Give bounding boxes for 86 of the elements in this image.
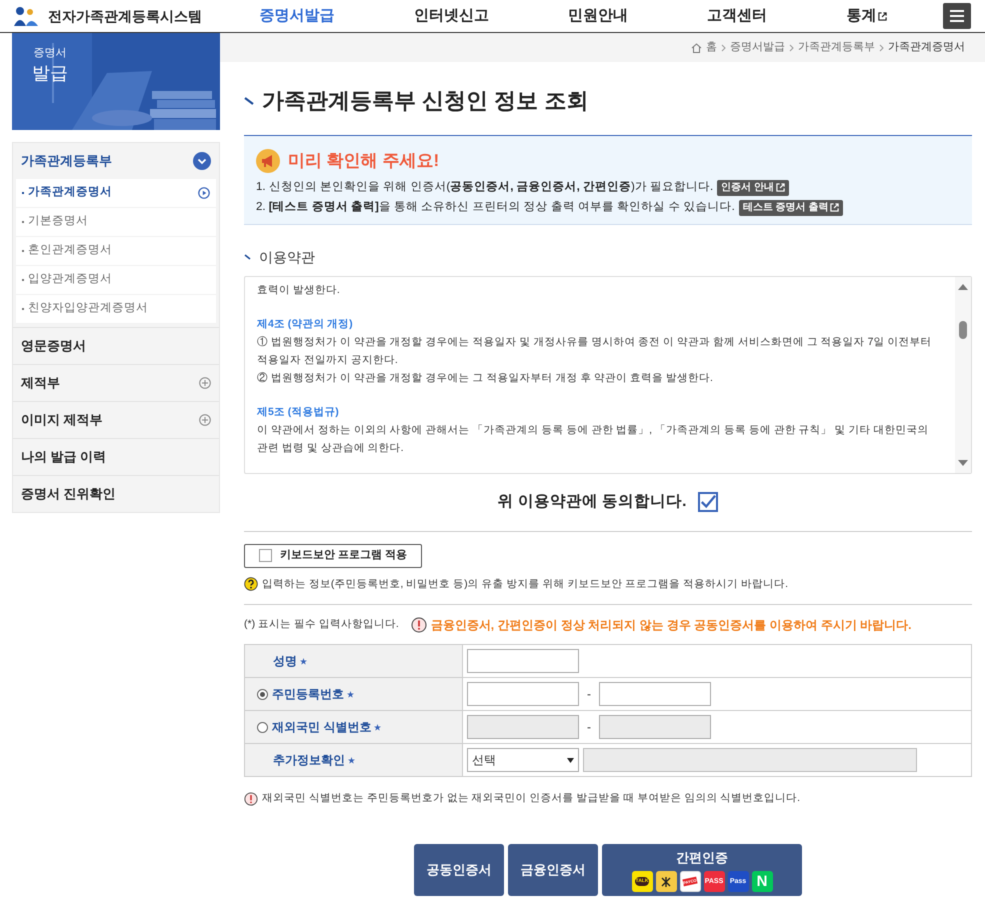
required-star-icon <box>348 756 355 764</box>
play-circle-icon <box>198 187 210 199</box>
required-star-icon <box>374 724 382 731</box>
input-field[interactable] <box>467 649 579 674</box>
terms-paragraph: 이 약관에서 정하는 이외의 사항에 관해서는 「가족관계의 등록 등에 관한 법률」, 「가족관계의 등록 등에 관한 규칙」 및 기타 대한민국의 관련 법령 및 상관습에 의한다. <box>257 422 930 456</box>
menu-button[interactable] <box>943 3 971 29</box>
required-star-icon <box>300 658 307 665</box>
notice-text: 1. 신청인의 본인확인을 위해 인증서(공동인증서, 금융인증서, 간편인증)가 필요합니다. <box>256 180 714 195</box>
scroll-up-icon[interactable] <box>958 282 968 290</box>
input-field[interactable] <box>599 682 711 706</box>
breadcrumb-link[interactable]: 증명서발급 <box>730 39 785 56</box>
question-icon <box>244 577 258 592</box>
external-link-icon <box>878 12 888 20</box>
field-label: 성명 <box>273 653 297 670</box>
site-title: 전자가족관계등록시스템 <box>48 6 202 26</box>
chevron-right-icon <box>721 44 726 52</box>
warning-icon <box>410 617 427 634</box>
separator-text: - <box>586 686 592 704</box>
external-link-icon <box>830 203 840 212</box>
keyboard-security-hint: 입력하는 정보(주민등록번호, 비밀번호 등)의 유출 방지를 위해 키보드보안 프로그램을 적용하시기 바랍니다. <box>262 576 788 592</box>
keyboard-security-button[interactable]: 키보드보안 프로그램 적용 <box>244 544 422 568</box>
field-label: 주민등록번호 <box>272 686 344 704</box>
scroll-down-icon[interactable] <box>958 460 968 466</box>
separator-text: - <box>586 719 592 736</box>
submenu-item[interactable]: 친양자입양관계증명서 <box>16 295 216 324</box>
banner-text: 발급 <box>32 62 68 84</box>
notice-title: 미리 확인해 주세요! <box>288 150 440 172</box>
home-icon <box>691 42 702 52</box>
banner-text: 증명서 <box>34 46 66 61</box>
notice-link-button[interactable]: 테스트 증명서 출력 <box>738 200 844 216</box>
required-note: (*) 표시는 필수 입력사항입니다. <box>244 617 399 632</box>
text-logo: N <box>752 871 772 892</box>
plus-icon <box>199 414 211 426</box>
terms-heading: 제5조 (적용법규) <box>257 404 340 420</box>
agree-checkbox[interactable] <box>698 492 718 512</box>
sidebar-item[interactable]: 이미지 제적부 <box>13 402 219 438</box>
scrollbar[interactable] <box>955 276 971 472</box>
sidebar-item[interactable]: 증명서 진위확인 <box>13 476 219 512</box>
agree-label: 위 이용약관에 동의합니다. <box>498 492 686 512</box>
section-title: 이용약관 <box>259 248 315 266</box>
submenu-item[interactable]: 혼인관계증명서 <box>16 237 216 266</box>
input-field[interactable] <box>467 682 579 706</box>
terms-paragraph: 효력이 발생한다. <box>257 282 341 298</box>
page-title: 가족관계등록부 신청인 정보 조회 <box>262 87 588 115</box>
terms-paragraph: ① 법원행정처가 이 약관을 개정할 경우에는 적용일자 및 개정사유를 명시하여 종전 이 약관과 함께 서비스화면에 그 적용일자 7일 이전부터 적용일자 전일까지 공지한다. <box>257 334 932 368</box>
footnote-text: 재외국민 식별번호는 주민등록번호가 없는 재외국민이 인증서를 발급받을 때 부여받은 임의의 식별번호입니다. <box>262 791 800 806</box>
external-link-icon <box>776 183 785 192</box>
certificate-button[interactable]: 공동인증서 <box>414 844 504 896</box>
megaphone-icon <box>256 148 280 173</box>
title-accent-icon <box>244 96 254 104</box>
nav-link[interactable]: 민원안내 <box>568 4 628 28</box>
nav-link[interactable]: 인터넷신고 <box>414 4 489 28</box>
sidebar-item[interactable]: 제적부 <box>13 365 219 401</box>
breadcrumb-link[interactable]: 가족관계증명서 <box>888 39 965 56</box>
terms-heading: 제4조 (약관의 개정) <box>257 316 354 332</box>
scroll-thumb[interactable] <box>959 320 967 338</box>
nav-link[interactable]: 고객센터 <box>707 4 768 28</box>
field-label: 추가정보확인 <box>273 752 345 770</box>
sidebar-item[interactable]: 가족관계등록부 <box>13 143 219 179</box>
notice-text: 2. [테스트 증명서 출력]을 통해 소유하신 프린터의 정상 출력 여부를 확인하실 수 있습니다. <box>256 200 735 215</box>
required-star-icon <box>347 690 354 698</box>
chevron-down-icon <box>193 152 211 170</box>
field-label: 재외국민 식별번호 <box>272 719 372 736</box>
select-dropdown[interactable]: 선택 <box>467 748 579 772</box>
sidebar-item[interactable]: 영문증명서 <box>13 328 219 364</box>
submenu-item[interactable]: 기본증명서 <box>16 208 216 237</box>
certificate-button[interactable]: 금융인증서 <box>508 844 598 896</box>
warning-icon <box>244 792 258 806</box>
chevron-right-icon <box>789 44 794 52</box>
terms-paragraph: ② 법원행정처가 이 약관을 개정할 경우에는 그 적용일자부터 개정 후 약관이 효력을 발생한다. <box>257 370 714 386</box>
plus-icon <box>199 377 211 389</box>
warning-text: 금융인증서, 간편인증이 정상 처리되지 않는 경우 공동인증서를 이용하여 주시기 바랍니다. <box>430 617 912 634</box>
radio-button[interactable] <box>257 722 268 733</box>
nav-link[interactable]: 증명서발급 <box>260 4 335 28</box>
breadcrumb-link[interactable]: 가족관계등록부 <box>798 39 875 56</box>
submenu-item[interactable]: 가족관계증명서 <box>16 179 216 208</box>
nav-link[interactable]: 통계 <box>846 4 888 28</box>
sidebar-item[interactable]: 나의 발급 이력 <box>13 439 219 475</box>
caret-icon <box>567 758 574 763</box>
notice-link-button[interactable]: 인증서 안내 <box>717 180 789 196</box>
input-field[interactable] <box>583 748 917 772</box>
breadcrumb-link[interactable]: 홈 <box>706 39 717 56</box>
submenu-item[interactable]: 입양관계증명서 <box>16 266 216 295</box>
title-accent-icon <box>244 254 251 260</box>
radio-button[interactable] <box>257 688 268 700</box>
chevron-right-icon <box>879 44 884 52</box>
